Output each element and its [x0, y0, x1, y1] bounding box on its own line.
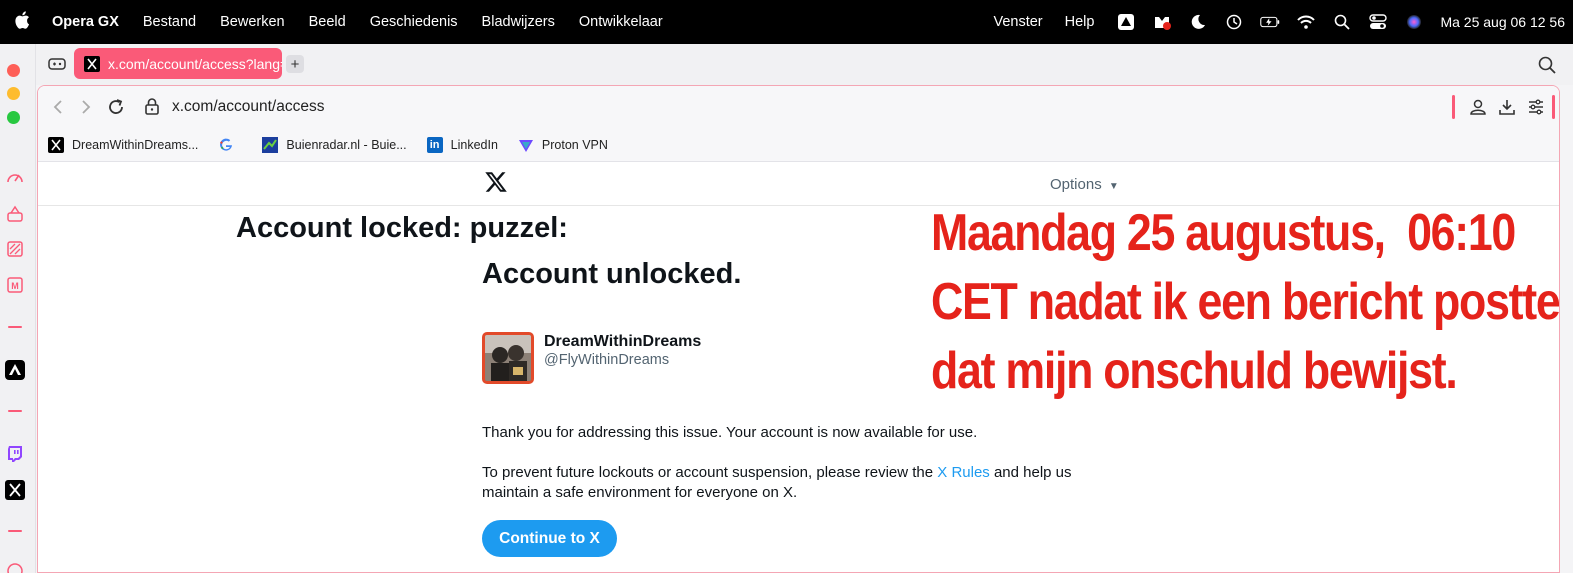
- options-label: Options: [1050, 176, 1102, 193]
- address-bar-url[interactable]: x.com/account/access: [172, 98, 324, 116]
- bookmarks-bar: DreamWithinDreams... Buienradar.nl - Bui…: [38, 128, 1559, 162]
- tab-search-icon[interactable]: [1537, 55, 1557, 75]
- menubar-clock[interactable]: Ma 25 aug 06 12 56: [1440, 14, 1565, 30]
- user-handle: @FlyWithinDreams: [544, 352, 670, 368]
- caret-down-icon: ▼: [1108, 181, 1119, 192]
- bookmark-label: Proton VPN: [541, 137, 608, 152]
- profile-icon[interactable]: [1468, 97, 1488, 117]
- x-favicon-icon: [84, 55, 100, 72]
- close-window-button[interactable]: [7, 64, 20, 77]
- proton-vpn-favicon-icon: [518, 137, 534, 153]
- sidebar-separator: [8, 326, 22, 328]
- tab-x-account-access[interactable]: x.com/account/access?lang=nl: [74, 48, 282, 79]
- google-drive-icon[interactable]: [5, 360, 25, 380]
- tab-title: x.com/account/access?lang=nl: [108, 55, 282, 72]
- menu-bewerken[interactable]: Bewerken: [220, 14, 284, 30]
- menu-bestand[interactable]: Bestand: [143, 14, 196, 30]
- locked-heading: Account locked: puzzel:: [236, 212, 568, 244]
- buienradar-favicon-icon: [262, 136, 279, 153]
- menu-bladwijzers[interactable]: Bladwijzers: [482, 14, 555, 30]
- x-favicon-icon: [48, 136, 64, 153]
- moon-icon[interactable]: [1188, 12, 1208, 32]
- sidebar-separator: [8, 530, 22, 532]
- x-logo-icon[interactable]: [484, 170, 508, 194]
- siri-icon[interactable]: [1404, 12, 1424, 32]
- red-annotation-overlay: Maandag 25 augustus, 06:10 CET nadat ik …: [931, 199, 1560, 406]
- bookmark-label: DreamWithinDreams...: [72, 137, 199, 152]
- google-favicon-icon: [218, 137, 234, 153]
- menu-bar: Opera GX Bestand Bewerken Beeld Geschied…: [0, 0, 1573, 44]
- page-content: Options ▼ Account locked: puzzel: Accoun…: [38, 162, 1560, 572]
- browser-window: x.com/account/access DreamWithinDreams..…: [37, 85, 1560, 573]
- wifi-icon[interactable]: [1296, 12, 1316, 32]
- opera-sidebar: M: [0, 44, 36, 573]
- annotation-line-1: Maandag 25 augustus, 06:10: [931, 204, 1516, 262]
- accent-divider: [1552, 95, 1555, 119]
- linkedin-favicon-icon: in: [426, 136, 443, 153]
- menubar-right: Venster Help Ma 25 aug 06 12 56: [993, 0, 1573, 44]
- drive-icon[interactable]: [1116, 12, 1136, 32]
- rules-text: To prevent future lockouts or account su…: [482, 463, 1102, 503]
- annotation-line-2: CET nadat ik een bericht postte: [931, 273, 1560, 331]
- status-tray: [1116, 12, 1440, 32]
- annotation-line-3: dat mijn onschuld bewijst.: [931, 342, 1458, 400]
- options-dropdown[interactable]: Options ▼: [1050, 176, 1119, 193]
- history-icon[interactable]: [5, 561, 25, 573]
- easy-setup-icon[interactable]: [1526, 97, 1546, 117]
- apple-icon[interactable]: [0, 10, 44, 34]
- mail-badge-icon[interactable]: [1152, 12, 1172, 32]
- time-machine-icon[interactable]: [1224, 12, 1244, 32]
- sidebar-separator: [8, 410, 22, 412]
- bookmark-proton-vpn[interactable]: Proton VPN: [518, 137, 608, 153]
- tab-strip: x.com/account/access?lang=nl +: [36, 44, 1573, 85]
- forward-button[interactable]: [76, 97, 96, 117]
- rules-text-before: To prevent future lockouts or account su…: [482, 464, 938, 481]
- bookmark-linkedin[interactable]: in LinkedIn: [426, 136, 498, 153]
- confirmation-text: Thank you for addressing this issue. You…: [482, 424, 978, 441]
- gx-corner-icon[interactable]: [5, 239, 25, 259]
- continue-to-x-button[interactable]: Continue to X: [482, 520, 617, 557]
- unlocked-heading: Account unlocked.: [482, 258, 742, 290]
- reload-button[interactable]: [106, 97, 126, 117]
- lock-icon[interactable]: [144, 97, 160, 115]
- user-display-name: DreamWithinDreams: [544, 333, 702, 350]
- speed-dial-icon[interactable]: [5, 168, 25, 188]
- gx-control-icon[interactable]: [5, 204, 25, 224]
- avatar: [482, 332, 534, 384]
- x-sidebar-icon[interactable]: [5, 480, 25, 500]
- gx-mods-icon[interactable]: M: [5, 275, 25, 295]
- bookmark-google[interactable]: [218, 137, 242, 153]
- zoom-window-button[interactable]: [7, 111, 20, 124]
- menu-venster[interactable]: Venster: [993, 14, 1042, 30]
- new-tab-button[interactable]: +: [286, 55, 304, 73]
- accent-divider: [1452, 95, 1455, 119]
- battery-charging-icon[interactable]: [1260, 12, 1280, 32]
- bookmark-label: LinkedIn: [450, 137, 498, 152]
- bookmark-label: Buienradar.nl - Buie...: [286, 137, 407, 152]
- minimize-window-button[interactable]: [7, 87, 20, 100]
- menu-beeld[interactable]: Beeld: [309, 14, 346, 30]
- control-center-icon[interactable]: [1368, 12, 1388, 32]
- back-button[interactable]: [48, 97, 68, 117]
- twitch-icon[interactable]: [5, 444, 25, 464]
- gamepad-icon[interactable]: [48, 56, 66, 72]
- app-menu[interactable]: Opera GX: [52, 14, 119, 30]
- browser-toolbar: x.com/account/access: [38, 86, 1559, 128]
- svg-text:M: M: [11, 281, 19, 291]
- x-rules-link[interactable]: X Rules: [937, 464, 990, 481]
- download-icon[interactable]: [1497, 97, 1517, 117]
- menu-help[interactable]: Help: [1065, 14, 1095, 30]
- bookmark-dreamwithindreams[interactable]: DreamWithinDreams...: [48, 136, 199, 153]
- spotlight-search-icon[interactable]: [1332, 12, 1352, 32]
- menu-ontwikkelaar[interactable]: Ontwikkelaar: [579, 14, 663, 30]
- bookmark-buienradar[interactable]: Buienradar.nl - Buie...: [262, 136, 407, 153]
- menu-geschiedenis[interactable]: Geschiedenis: [370, 14, 458, 30]
